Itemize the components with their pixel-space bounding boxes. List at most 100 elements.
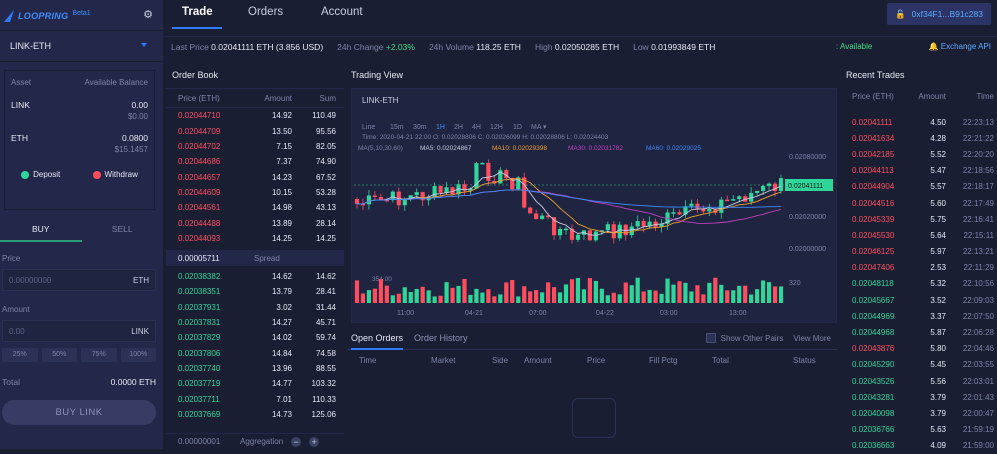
recent-trade-row[interactable]: 0.02041634 4.28 22:21:22 [848, 130, 994, 146]
volume-bar [629, 285, 634, 303]
buy-link-button[interactable]: BUY LINK [2, 400, 156, 425]
ask-row[interactable]: 0.02044657 14.23 67.52 [166, 170, 344, 185]
wallet-button[interactable]: 🔓 0xf34F1...B91c283 [887, 3, 991, 25]
volume-bar [546, 282, 551, 303]
tab-sell[interactable]: SELL [82, 218, 164, 242]
bid-row[interactable]: 0.02037740 13.96 88.55 [166, 361, 344, 376]
bid-row[interactable]: 0.02037719 14.77 103.32 [166, 376, 344, 391]
x-tick-label: 07:00 [529, 310, 547, 317]
recent-trade-row[interactable]: 0.02044904 5.57 22:18:17 [848, 179, 994, 195]
plus-icon[interactable]: + [309, 436, 320, 447]
chart-svg[interactable]: LINK-ETH Line 15m 30m 1H 2H 4H 12H 1D MA ▾ Time: 2… [352, 89, 836, 322]
view-more-link[interactable]: View More [793, 334, 831, 343]
recent-trade-row[interactable]: 0.02043876 5.80 22:04:46 [848, 341, 994, 357]
bid-row[interactable]: 0.02038382 14.62 14.62 [166, 269, 344, 284]
bell-icon: 🔔 [928, 42, 939, 51]
recent-trade-row[interactable]: 0.02042185 5.52 22:20:20 [848, 146, 994, 162]
percent-100-button[interactable]: 100% [120, 348, 156, 362]
ask-row[interactable]: 0.02044702 7.15 82.05 [166, 139, 344, 154]
withdraw-button[interactable]: Withdraw [92, 170, 138, 179]
balance-row: ETH 0.0800 [5, 133, 154, 143]
amount-cell: 14.23 [271, 172, 292, 182]
recent-trade-row[interactable]: 0.02036766 5.63 21:59:19 [848, 422, 994, 438]
candle-body [611, 224, 616, 239]
tab-order-history[interactable]: Order History [414, 333, 468, 343]
bid-row[interactable]: 0.02037669 14.73 125.06 [166, 407, 344, 422]
volume-bar [498, 294, 503, 303]
deposit-button[interactable]: Deposit [21, 170, 60, 179]
candlestick-chart[interactable]: LINK-ETH Line 15m 30m 1H 2H 4H 12H 1D MA ▾ Time: 2… [351, 88, 837, 323]
recent-trade-row[interactable]: 0.02048118 5.32 22:10:56 [848, 276, 994, 292]
price-cell: 0.02037829 [178, 333, 221, 343]
recent-trade-row[interactable]: 0.02044968 5.87 22:06:28 [848, 324, 994, 340]
recent-trade-row[interactable]: 0.02045530 5.64 22:15:11 [848, 227, 994, 243]
ask-row[interactable]: 0.02044093 14.25 14.25 [166, 231, 344, 246]
recent-trade-row[interactable]: 0.02041111 4.50 22:23:13 [848, 114, 994, 130]
ask-row[interactable]: 0.02044609 10.15 53.28 [166, 185, 344, 200]
recent-trade-row[interactable]: 0.02045667 3.52 22:09:03 [848, 292, 994, 308]
app-logo[interactable]: LOOPRING Beta1 ⚙ [4, 6, 159, 26]
candle-body [719, 199, 724, 213]
show-other-pairs[interactable]: Show Other Pairs View More [705, 333, 831, 343]
bid-row[interactable]: 0.02037831 14.27 45.71 [166, 315, 344, 330]
minus-icon[interactable]: − [291, 436, 302, 447]
tab-open-orders[interactable]: Open Orders [351, 333, 403, 343]
ask-row[interactable]: 0.02044709 13.50 95.56 [166, 124, 344, 139]
y-tick-label: 0.02020000 [789, 214, 826, 221]
bid-row[interactable]: 0.02037806 14.84 74.58 [166, 345, 344, 360]
ask-row[interactable]: 0.02044686 7.37 74.90 [166, 154, 344, 169]
recent-trade-row[interactable]: 0.02044969 3.37 22:07:50 [848, 308, 994, 324]
candle-body [557, 229, 563, 236]
sum-cell: 67.52 [315, 172, 336, 182]
ask-row[interactable]: 0.02044561 14.98 43.13 [166, 200, 344, 215]
recent-trade-row[interactable]: 0.02043281 3.79 22:01:43 [848, 389, 994, 405]
tab-orders[interactable]: Orders [248, 6, 283, 18]
percent-75-button[interactable]: 75% [81, 348, 117, 362]
tab-buy[interactable]: BUY [0, 218, 82, 242]
amount-input[interactable]: 0.00 LINK [2, 320, 156, 342]
current-price-label: 0.02041111 [788, 183, 824, 190]
volume-bar [462, 278, 467, 303]
amount-cell: 3.02 [276, 302, 292, 312]
recent-trade-row[interactable]: 0.02045290 5.45 22:03:55 [848, 357, 994, 373]
recent-trade-row[interactable]: 0.02047406 2.53 22:11:29 [848, 260, 994, 276]
bid-row[interactable]: 0.02037711 7.01 110.33 [166, 391, 344, 406]
volume-bar [647, 289, 652, 303]
candle-body [689, 203, 694, 207]
recent-trade-row[interactable]: 0.02045339 5.75 22:16:41 [848, 211, 994, 227]
market-selector[interactable]: LINK-ETH [0, 30, 163, 62]
show-other-pairs-checkbox[interactable] [705, 333, 716, 343]
bid-row[interactable]: 0.02038351 13.79 28.41 [166, 284, 344, 299]
bid-row[interactable]: 0.02037931 3.02 31.44 [166, 300, 344, 315]
recent-trade-row[interactable]: 0.02044516 5.60 22:17:49 [848, 195, 994, 211]
price-cell: 0.02044609 [178, 187, 221, 197]
exchange-api-link[interactable]: 🔔 Exchange API [929, 42, 991, 51]
tab-trade[interactable]: Trade [182, 6, 213, 18]
tab-account[interactable]: Account [321, 6, 363, 18]
price-cell: 0.02047406 [852, 263, 895, 273]
ohlc-readout: Time: 2020-04-21 22:00 O: 0.02028806 C: … [362, 134, 609, 141]
chart-pair-label: LINK-ETH [362, 96, 399, 105]
percent-25-button[interactable]: 25% [2, 348, 38, 362]
recent-trade-row[interactable]: 0.02043526 5.56 22:03:01 [848, 373, 994, 389]
sum-cell: 125.06 [311, 409, 336, 419]
percent-50-button[interactable]: 50% [41, 348, 77, 362]
bid-row[interactable]: 0.02037829 14.02 59.74 [166, 330, 344, 345]
ask-row[interactable]: 0.02044710 14.92 110.49 [166, 110, 344, 124]
percent-buttons: 25% 50% 75% 100% [2, 348, 156, 362]
volume-bar [719, 284, 724, 303]
volume-bar [587, 278, 592, 303]
time-cell: 22:06:28 [962, 328, 994, 338]
volume-bar [731, 290, 736, 303]
volume-bar [372, 288, 377, 303]
volume-bar [444, 282, 449, 303]
recent-trade-row[interactable]: 0.02040098 3.79 22:00:47 [848, 405, 994, 421]
recent-trade-row[interactable]: 0.02046125 5.97 22:13:21 [848, 244, 994, 260]
gear-icon[interactable]: ⚙ [143, 8, 153, 21]
recent-trade-row[interactable]: 0.02036663 4.09 21:59:00 [848, 438, 994, 454]
recent-trade-row[interactable]: 0.02044113 5.47 22:18:56 [848, 163, 994, 179]
ask-row[interactable]: 0.02044488 13.89 28.14 [166, 215, 344, 230]
volume-bar [581, 289, 587, 303]
price-input[interactable]: 0.00000000 ETH [2, 269, 156, 291]
show-other-pairs-label: Show Other Pairs [720, 333, 784, 343]
